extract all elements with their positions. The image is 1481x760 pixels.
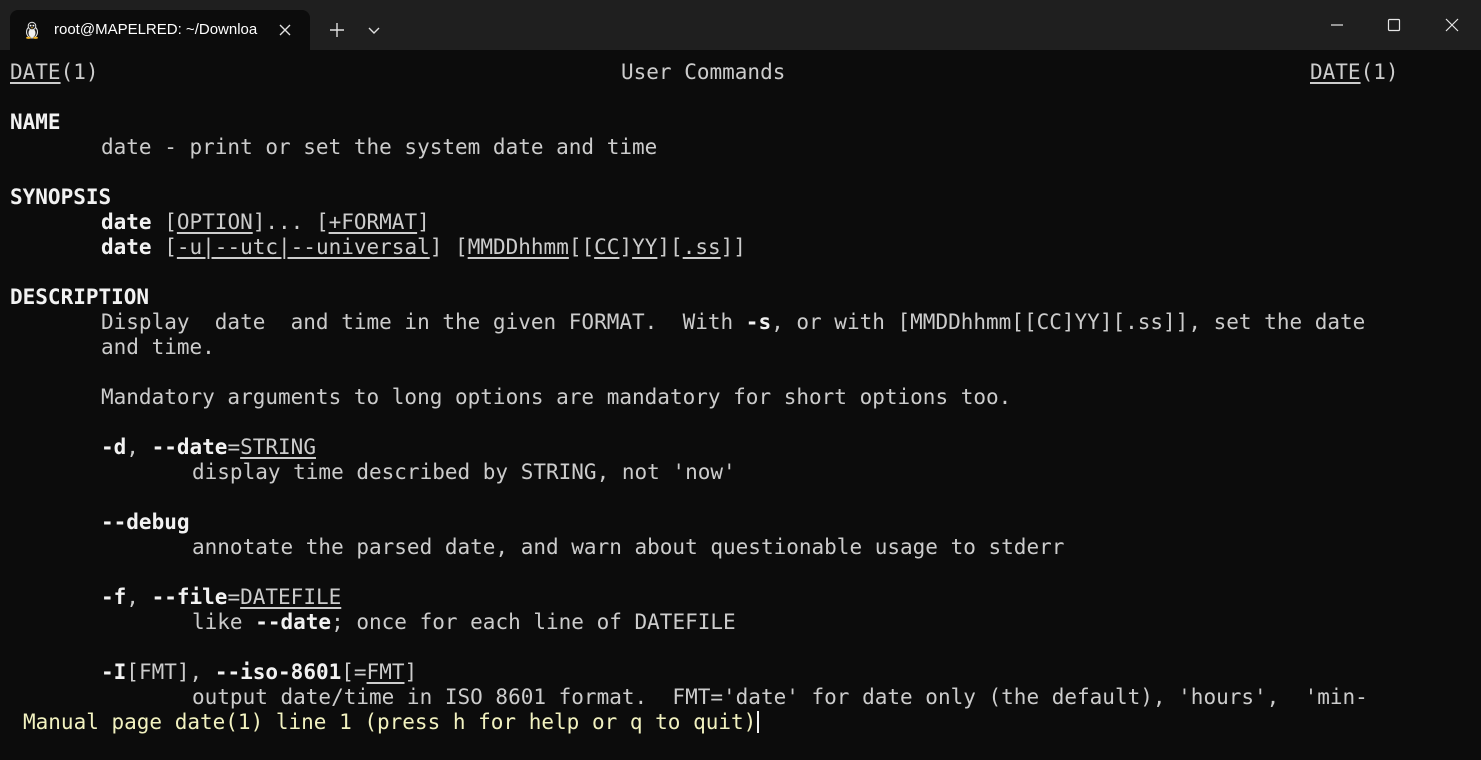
tab-title: root@MAPELRED: ~/Downloa <box>54 21 258 38</box>
option-arg: FMT <box>366 660 405 684</box>
synopsis-arg-format: +FORMAT <box>328 210 418 234</box>
close-window-button[interactable] <box>1424 0 1480 50</box>
description-para-1-line-2: and time. <box>101 335 215 359</box>
option-flag-short: -d <box>101 435 127 459</box>
section-heading-description: DESCRIPTION <box>10 285 150 309</box>
name-text: date - print or set the system date and … <box>101 135 658 159</box>
description-text: Display date and time in the given FORMA… <box>101 310 746 334</box>
option-desc-text: like <box>192 610 256 634</box>
option-debug: --debug <box>101 510 190 534</box>
terminal-window: root@MAPELRED: ~/Downloa DATE(1) User Co… <box>0 0 1481 760</box>
synopsis-arg-cc: CC <box>594 235 620 259</box>
synopsis-text: [ <box>151 210 177 234</box>
plus-icon[interactable] <box>321 14 353 46</box>
man-header-left: DATE(1) <box>10 60 99 85</box>
option-flag-short: -I <box>101 660 127 684</box>
option-flag-short-arg: [FMT] <box>126 660 190 684</box>
option-date: -d, --date=STRING <box>101 435 316 460</box>
close-icon[interactable] <box>275 20 295 40</box>
synopsis-line-1: date [OPTION]... [+FORMAT] <box>101 210 430 235</box>
synopsis-text: ]] <box>720 235 746 259</box>
maximize-button[interactable] <box>1366 0 1422 50</box>
man-header-center: User Commands <box>621 60 786 84</box>
maximize-icon <box>1387 18 1401 32</box>
option-flag-short: -f <box>101 585 127 609</box>
option-equals: = <box>227 435 241 459</box>
option-bracket: ] <box>404 660 418 684</box>
option-debug-desc: annotate the parsed date, and warn about… <box>192 535 1065 559</box>
option-flag-long: --iso-8601 <box>214 660 342 684</box>
option-separator: , <box>189 660 215 684</box>
chevron-down-icon[interactable] <box>358 14 390 46</box>
section-heading-name: NAME <box>10 110 61 134</box>
man-header-right-name: DATE <box>1310 60 1361 84</box>
option-iso-8601-desc: output date/time in ISO 8601 format. FMT… <box>192 685 1368 709</box>
option-bracket: [= <box>341 660 367 684</box>
option-separator: , <box>126 585 152 609</box>
synopsis-text: ]... [ <box>252 210 329 234</box>
synopsis-arg-option: OPTION <box>176 210 253 234</box>
synopsis-arg-yy: YY <box>632 235 658 259</box>
synopsis-cmd: date <box>101 235 152 259</box>
option-arg: DATEFILE <box>240 585 342 609</box>
option-flag-long: --date <box>151 435 228 459</box>
synopsis-text: ][ <box>657 235 683 259</box>
minimize-button[interactable] <box>1309 0 1365 50</box>
description-text: , or with [MMDDhhmm[[CC]YY][.ss]], set t… <box>771 310 1366 334</box>
close-icon <box>1445 18 1459 32</box>
man-header-right: DATE(1) <box>1310 60 1399 85</box>
option-flag-long: --file <box>151 585 228 609</box>
minimize-icon <box>1331 24 1343 26</box>
text-cursor <box>757 711 760 733</box>
option-desc-ref: --date <box>255 610 332 634</box>
tab-active[interactable]: root@MAPELRED: ~/Downloa <box>10 10 310 50</box>
section-heading-synopsis: SYNOPSIS <box>10 185 112 209</box>
option-file: -f, --file=DATEFILE <box>101 585 341 610</box>
man-header-left-section: (1) <box>60 60 99 84</box>
option-iso-8601: -I[FMT], --iso-8601[=FMT] <box>101 660 417 685</box>
man-header-left-name: DATE <box>10 60 61 84</box>
synopsis-text: [[ <box>568 235 595 259</box>
description-para-1-line-1: Display date and time in the given FORMA… <box>101 310 1365 335</box>
synopsis-line-2: date [-u|--utc|--universal] [MMDDhhmm[[C… <box>101 235 746 260</box>
synopsis-arg-ss: .ss <box>682 235 721 259</box>
linux-tux-icon <box>26 21 38 39</box>
synopsis-text: ] <box>619 235 633 259</box>
pager-status-text: Manual page date(1) line 1 (press h for … <box>23 710 757 734</box>
synopsis-text: ] [ <box>429 235 468 259</box>
option-desc-text: ; once for each line of DATEFILE <box>331 610 736 634</box>
man-header-right-section: (1) <box>1360 60 1399 84</box>
option-file-desc: like --date; once for each line of DATEF… <box>192 610 736 635</box>
description-para-2: Mandatory arguments to long options are … <box>101 385 1012 409</box>
description-option: -s <box>745 310 772 334</box>
option-arg: STRING <box>240 435 316 459</box>
option-separator: , <box>126 435 152 459</box>
synopsis-cmd: date <box>101 210 152 234</box>
terminal-output[interactable]: DATE(1) User Commands DATE(1) NAME date … <box>10 60 1470 750</box>
synopsis-arg-utc: -u|--utc|--universal <box>176 235 430 259</box>
synopsis-text: [ <box>151 235 177 259</box>
synopsis-text: ] <box>417 210 430 234</box>
title-bar[interactable]: root@MAPELRED: ~/Downloa <box>0 0 1481 50</box>
pager-status-line[interactable]: Manual page date(1) line 1 (press h for … <box>23 710 760 735</box>
option-equals: = <box>227 585 241 609</box>
option-date-desc: display time described by STRING, not 'n… <box>192 460 736 484</box>
synopsis-arg-mmdd: MMDDhhmm <box>467 235 569 259</box>
